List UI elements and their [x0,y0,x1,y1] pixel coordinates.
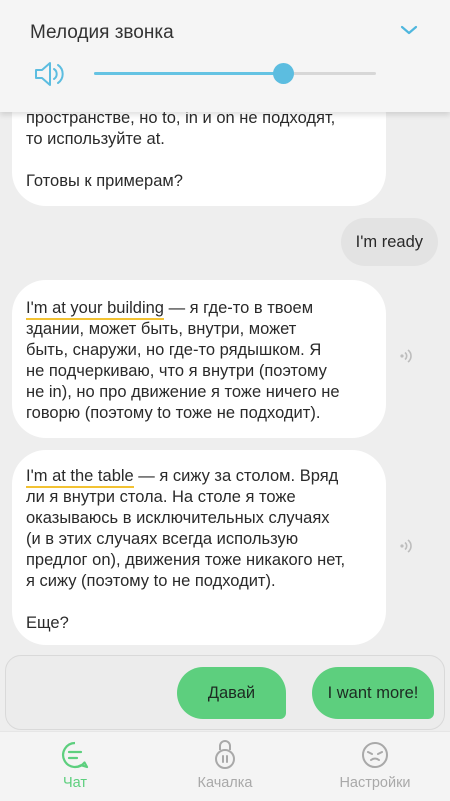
nav-item-settings[interactable]: Настройки [300,732,450,801]
chevron-down-icon[interactable] [398,22,420,38]
nav-label: Качалка [197,775,253,791]
nav-label: Настройки [339,775,411,791]
volume-slider[interactable] [94,63,376,84]
reply-button-want-more[interactable]: I want more! [312,667,434,719]
message-text: — я сижу за столом. Вряд [133,467,339,485]
play-audio-icon[interactable] [398,348,414,364]
message-line: предлог on), движения тоже никакого нет, [26,551,346,569]
chat-icon [62,741,89,769]
bot-message: I'm at your building — я где-то в твоем … [12,280,386,438]
message-line: ли я внутри стола. На столе я тоже [26,488,296,506]
message-line: говорю (поэтому to тоже не подходит). [26,404,321,422]
bot-message: I'm at the table — я сижу за столом. Вря… [12,450,386,645]
user-message: I'm ready [340,218,438,266]
volume-slider-thumb[interactable] [272,63,294,84]
highlighted-phrase: I'm at the table [26,467,134,488]
message-line [26,150,364,171]
highlighted-phrase: I'm at your building [26,299,164,320]
message-line: оказываюсь в исключительных случаях [26,509,330,527]
message-line: Готовы к примерам? [26,172,183,190]
settings-face-icon [362,742,388,768]
nav-item-chat[interactable]: Чат [0,732,150,801]
volume-icon[interactable] [33,59,67,89]
nav-item-kachalka[interactable]: Качалка [150,732,300,801]
reply-button-davay[interactable]: Давай [177,667,286,719]
message-line: (и в этих случаях всегда использую [26,530,299,548]
panel-title: Мелодия звонка [30,22,174,43]
nav-label: Чат [62,775,88,791]
play-audio-icon[interactable] [398,538,414,554]
message-line: быть, снаружи, но где-то рядышком. Я [26,341,322,359]
message-line: я сижу (поэтому to не подходит). [26,572,276,590]
message-line [26,592,364,613]
message-line: не подчеркиваю, что я внутри (поэтому [26,362,327,380]
message-line: то используйте at. [26,130,165,148]
message-line: здании, может быть, внутри, может [26,320,297,338]
message-line: I'm at the table — я сижу за столом. Вря… [26,466,364,488]
bottom-navigation: Чат Качалка Настройки [0,731,450,801]
kettlebell-icon [215,740,235,769]
message-line: I'm at your building — я где-то в твоем [26,298,364,320]
volume-slider-fill [94,72,283,75]
message-line: Еще? [26,614,69,632]
message-text: — я где-то в твоем [163,299,314,317]
ringtone-volume-panel: Мелодия звонка [0,0,450,112]
message-line: не in), но про движение я тоже ничего не [26,383,340,401]
